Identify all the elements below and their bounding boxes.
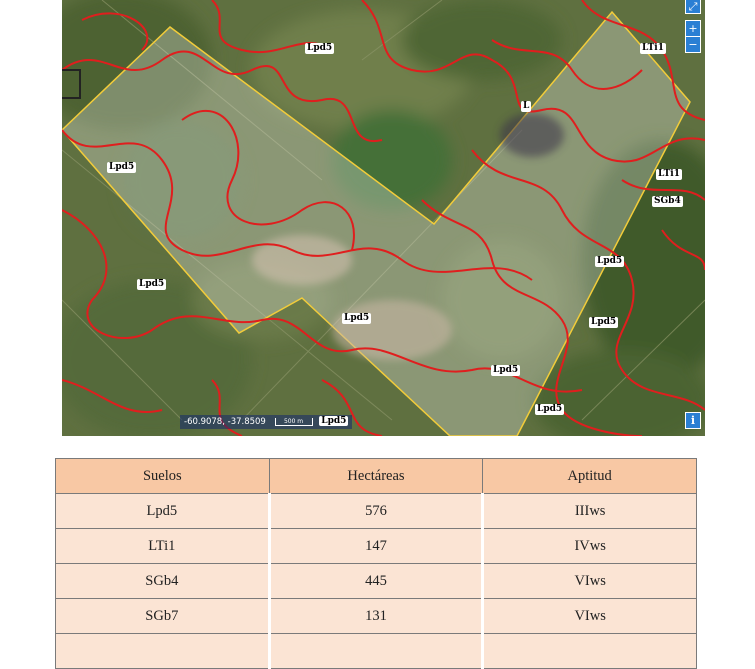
soil-label[interactable]: Lpd5 (491, 365, 521, 376)
table-cell: SGb4 (55, 563, 270, 599)
table-header-row: Suelos Hectáreas Aptitud (55, 458, 697, 494)
table-row-partial (55, 633, 697, 669)
table-cell (482, 633, 697, 669)
column-header-aptitud: Aptitud (482, 458, 697, 494)
table-cell: LTi1 (55, 528, 270, 564)
soil-label[interactable]: Lpd5 (107, 162, 137, 173)
soil-label[interactable]: Lpd5 (589, 317, 619, 328)
table-cell: 576 (267, 493, 485, 529)
table-row: LTi1 147 IVws (55, 528, 697, 564)
zoom-in-button[interactable]: + (685, 20, 701, 36)
satellite-map[interactable]: .soil-label { position:absolute; backgro… (62, 0, 705, 436)
table-row: Lpd5 576 IIIws (55, 493, 697, 529)
table-cell: VIws (482, 563, 697, 599)
soil-label[interactable]: Lpd5 (319, 416, 349, 426)
table-cell: IVws (482, 528, 697, 564)
table-cell (267, 633, 485, 669)
table-cell: Lpd5 (55, 493, 270, 529)
scale-bar: 500 m (274, 417, 313, 426)
column-header-hectareas: Hectáreas (268, 458, 484, 494)
table-cell: 147 (267, 528, 485, 564)
info-button[interactable]: i (685, 412, 701, 429)
soil-label[interactable]: Lpd5 (342, 313, 372, 324)
table-cell: 131 (267, 598, 485, 634)
soil-label[interactable]: Lpd5 (595, 256, 625, 267)
soil-label[interactable]: LTi1 (656, 169, 682, 180)
table-cell (55, 633, 270, 669)
expand-icon: ⤢ (688, 0, 698, 13)
soil-table: Suelos Hectáreas Aptitud Lpd5 576 IIIws … (55, 458, 697, 669)
coordinate-readout: -60.9078, -37.8509 500 m Lpd5 (180, 415, 353, 429)
soil-label[interactable]: Lpd5 (137, 279, 167, 290)
table-cell: 445 (267, 563, 485, 599)
satellite-imagery (62, 0, 705, 436)
soil-label[interactable]: Lpd5 (305, 43, 335, 54)
soil-label[interactable]: LTi1 (640, 43, 666, 54)
soil-label[interactable]: L (521, 101, 532, 112)
coordinate-text: -60.9078, -37.8509 (184, 417, 266, 427)
table-cell: VIws (482, 598, 697, 634)
soil-label[interactable]: Lpd5 (535, 404, 565, 415)
fullscreen-button[interactable]: ⤢ (685, 0, 701, 14)
table-cell: SGb7 (55, 598, 270, 634)
column-header-suelos: Suelos (55, 458, 270, 494)
soil-label[interactable]: SGb4 (652, 196, 683, 207)
table-row: SGb7 131 VIws (55, 598, 697, 634)
table-cell: IIIws (482, 493, 697, 529)
table-row: SGb4 445 VIws (55, 563, 697, 599)
zoom-out-button[interactable]: − (685, 36, 701, 53)
